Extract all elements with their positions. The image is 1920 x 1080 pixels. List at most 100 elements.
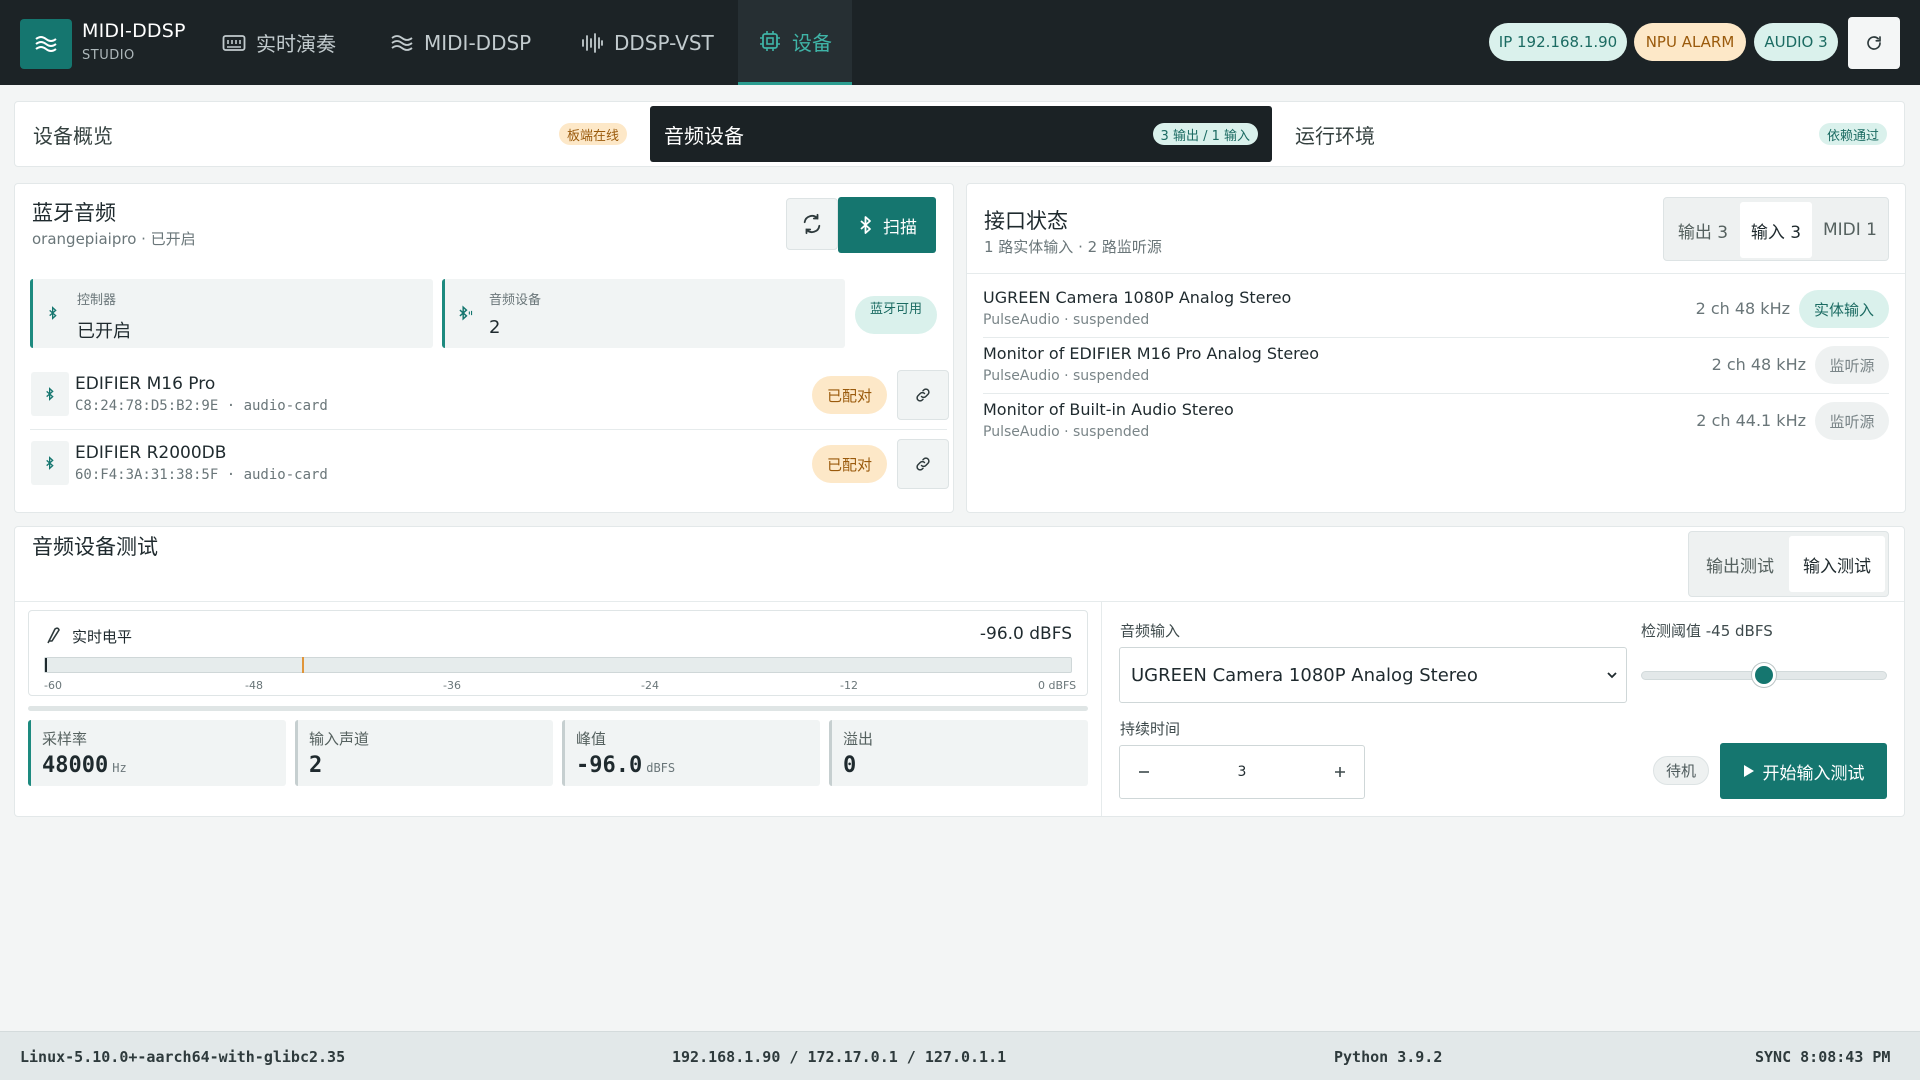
nav-tab-label: MIDI-DDSP bbox=[424, 30, 532, 55]
device-meta: C8:24:78:D5:B2:9E · audio-card bbox=[75, 398, 328, 414]
audio-test-title: 音频设备测试 bbox=[32, 535, 158, 559]
tab-output-test[interactable]: 输出测试 bbox=[1693, 536, 1787, 592]
section-tab-audio-devices[interactable]: 音频设备 3 输出 / 1 输入 bbox=[650, 106, 1272, 162]
peak-metric: 峰值 -96.0 dBFS bbox=[562, 720, 820, 786]
bluetooth-icon bbox=[31, 372, 69, 416]
controller-stat: 控制器 已开启 bbox=[30, 279, 433, 348]
bluetooth-icon bbox=[860, 216, 871, 234]
status-footer: Linux-5.10.0+-aarch64-with-glibc2.35 192… bbox=[0, 1031, 1920, 1080]
status-badge: 板端在线 bbox=[558, 123, 627, 145]
audio-devices-value: 2 bbox=[489, 317, 501, 338]
sample-rate-metric: 采样率 48000 Hz bbox=[28, 720, 286, 786]
interface-row-name: Monitor of EDIFIER M16 Pro Analog Stereo bbox=[983, 344, 1320, 363]
section-tab-runtime[interactable]: 运行环境 依赖通过 bbox=[1281, 106, 1901, 162]
meter-tick: -36 bbox=[443, 679, 461, 692]
bluetooth-refresh-button[interactable] bbox=[786, 198, 838, 250]
scan-button[interactable]: 扫描 bbox=[838, 197, 936, 253]
tab-outputs[interactable]: 输出 3 bbox=[1668, 202, 1738, 258]
capture-progress-track bbox=[28, 706, 1088, 711]
chip-icon bbox=[760, 31, 780, 51]
paired-badge: 已配对 bbox=[812, 376, 887, 414]
chevron-down-icon bbox=[1607, 672, 1617, 679]
footer-ips: 192.168.1.90 / 172.17.0.1 / 127.0.1.1 bbox=[672, 1048, 1007, 1066]
status-npu-badge: NPU ALARM bbox=[1634, 23, 1746, 61]
test-state-badge: 待机 bbox=[1653, 756, 1709, 785]
meter-tick: -24 bbox=[641, 679, 659, 692]
interface-row-spec: 2 ch 48 kHz bbox=[1711, 355, 1806, 374]
level-meter bbox=[28, 610, 1088, 696]
bluetooth-subtitle: orangepiaipro · 已开启 bbox=[32, 230, 196, 248]
audio-input-label: 音频输入 bbox=[1120, 622, 1181, 640]
controller-label: 控制器 bbox=[77, 293, 117, 308]
interface-row-meta: PulseAudio · suspended bbox=[983, 312, 1150, 328]
brand-name: MIDI-DDSP bbox=[82, 20, 186, 42]
connect-button[interactable] bbox=[897, 439, 949, 489]
interface-title: 接口状态 bbox=[984, 209, 1068, 233]
nav-tab-midi-ddsp[interactable]: MIDI-DDSP bbox=[390, 0, 540, 85]
connect-button[interactable] bbox=[897, 370, 949, 420]
meter-tick: 0 dBFS bbox=[1038, 679, 1077, 692]
meter-track bbox=[44, 657, 1072, 673]
decrement-button[interactable] bbox=[1120, 746, 1168, 798]
bluetooth-searching-icon bbox=[455, 303, 475, 323]
meter-value: -96.0 dBFS bbox=[979, 624, 1072, 644]
section-tab-label: 设备概览 bbox=[33, 123, 113, 148]
device-meta: 60:F4:3A:31:38:5F · audio-card bbox=[75, 467, 328, 483]
meter-threshold-marker bbox=[301, 657, 304, 673]
threshold-slider-thumb[interactable] bbox=[1752, 663, 1776, 687]
section-tab-label: 运行环境 bbox=[1295, 123, 1375, 148]
divider bbox=[15, 601, 1904, 602]
panel-divider bbox=[1101, 602, 1102, 816]
footer-sync: SYNC 8:08:43 PM bbox=[1755, 1048, 1891, 1066]
section-tab-overview[interactable]: 设备概览 板端在线 bbox=[19, 106, 641, 162]
link-icon bbox=[916, 388, 930, 402]
meter-tick: -48 bbox=[245, 679, 263, 692]
nav-tab-ddsp-vst[interactable]: DDSP-VST bbox=[580, 0, 720, 85]
input-type-badge: 监听源 bbox=[1815, 402, 1889, 440]
interface-subtitle: 1 路实体输入 · 2 路监听源 bbox=[984, 238, 1162, 256]
nav-tab-live[interactable]: 实时演奏 bbox=[222, 0, 362, 85]
status-badge: 3 输出 / 1 输入 bbox=[1152, 123, 1258, 145]
duration-label: 持续时间 bbox=[1120, 720, 1181, 738]
tab-inputs[interactable]: 输入 3 bbox=[1740, 202, 1812, 258]
interface-row-name: UGREEN Camera 1080P Analog Stereo bbox=[983, 288, 1292, 307]
nav-tab-label: DDSP-VST bbox=[614, 30, 714, 55]
input-type-badge: 实体输入 bbox=[1799, 290, 1889, 328]
section-tabs: 设备概览 板端在线 音频设备 3 输出 / 1 输入 运行环境 依赖通过 bbox=[14, 101, 1905, 167]
interface-row-name: Monitor of Built-in Audio Stereo bbox=[983, 400, 1234, 419]
threshold-label: 检测阈值 -45 dBFS bbox=[1641, 622, 1773, 640]
tab-midi[interactable]: MIDI 1 bbox=[1814, 202, 1886, 258]
bluetooth-available-badge: 蓝牙可用 bbox=[855, 296, 937, 334]
metric-value: 48000 Hz bbox=[42, 753, 127, 778]
divider bbox=[967, 273, 1905, 274]
brand-subtitle: STUDIO bbox=[82, 48, 135, 63]
refresh-button[interactable] bbox=[1848, 17, 1900, 69]
app-logo[interactable] bbox=[20, 19, 72, 69]
scan-button-label: 扫描 bbox=[883, 217, 917, 238]
interface-tabs: 输出 3 输入 3 MIDI 1 bbox=[1663, 197, 1889, 261]
nav-tab-label: 设备 bbox=[792, 30, 832, 55]
nav-tab-label: 实时演奏 bbox=[256, 32, 336, 56]
audio-devices-label: 音频设备 bbox=[489, 293, 542, 308]
status-ip-badge: IP 192.168.1.90 bbox=[1489, 23, 1627, 61]
interface-row-spec: 2 ch 48 kHz bbox=[1695, 299, 1790, 318]
duration-value[interactable]: 3 bbox=[1168, 746, 1316, 798]
play-icon bbox=[1743, 765, 1754, 777]
status-audio-badge: AUDIO 3 bbox=[1754, 23, 1838, 61]
audio-input-value: UGREEN Camera 1080P Analog Stereo bbox=[1131, 664, 1478, 686]
meter-tick: -60 bbox=[44, 679, 62, 692]
meter-tick: -12 bbox=[840, 679, 858, 692]
meter-label: 实时电平 bbox=[72, 628, 133, 646]
status-badge: 依赖通过 bbox=[1818, 123, 1887, 145]
duration-stepper: 3 bbox=[1119, 745, 1365, 799]
footer-platform: Linux-5.10.0+-aarch64-with-glibc2.35 bbox=[20, 1048, 346, 1066]
device-name: EDIFIER R2000DB bbox=[75, 443, 227, 463]
overflow-metric: 溢出 0 bbox=[829, 720, 1088, 786]
top-header: MIDI-DDSP STUDIO 实时演奏 MIDI-DDSP DDSP-VST… bbox=[0, 0, 1920, 85]
start-input-test-button[interactable]: 开始输入测试 bbox=[1720, 743, 1887, 799]
audio-input-select[interactable]: UGREEN Camera 1080P Analog Stereo bbox=[1119, 647, 1627, 703]
tab-input-test[interactable]: 输入测试 bbox=[1789, 536, 1885, 592]
increment-button[interactable] bbox=[1316, 746, 1364, 798]
threshold-slider[interactable] bbox=[1641, 663, 1887, 687]
nav-tab-devices[interactable]: 设备 bbox=[738, 0, 852, 85]
